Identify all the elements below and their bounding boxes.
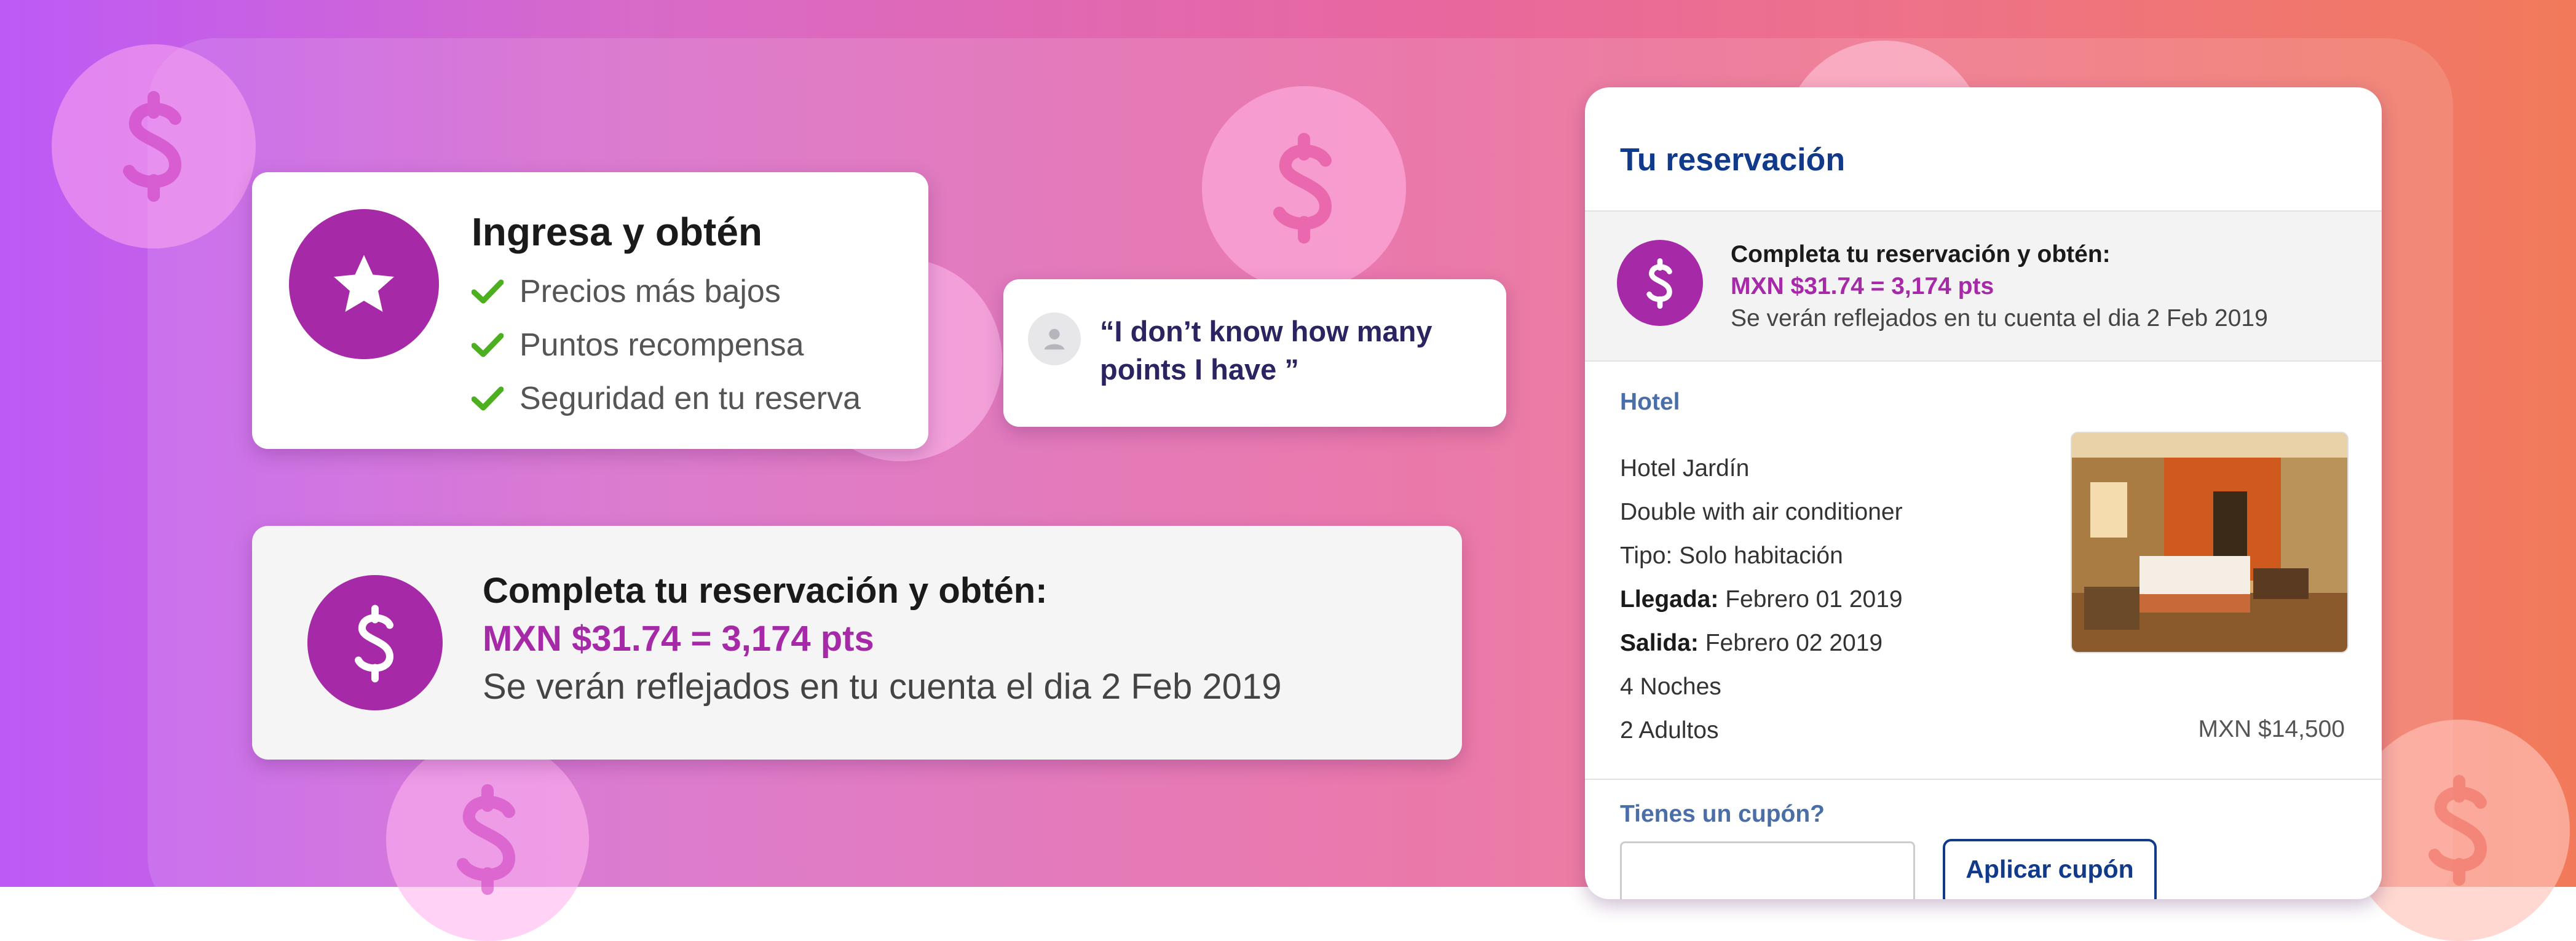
banner-note: Se verán reflejados en tu cuenta el dia …	[483, 667, 1282, 707]
coupon-label: Tienes un cupón?	[1620, 801, 1825, 827]
dollar-icon	[355, 605, 394, 683]
benefit-label: Puntos recompensa	[520, 327, 804, 363]
coin-icon	[386, 738, 589, 941]
checkmark-icon	[472, 386, 504, 410]
benefit-item: Seguridad en tu reserva	[472, 371, 861, 425]
coin-icon	[52, 44, 256, 248]
checkmark-icon	[472, 333, 504, 357]
benefit-list: Precios más bajos Puntos recompensa Segu…	[472, 264, 861, 425]
checkmark-icon	[472, 279, 504, 303]
user-icon	[1044, 328, 1065, 350]
star-badge	[289, 209, 439, 359]
dollar-badge	[1617, 240, 1703, 326]
reservation-card: Tu reservación Completa tu reservación y…	[1585, 87, 2382, 899]
booking-type: Tipo: Solo habitación	[1620, 542, 1843, 569]
departure-date: Salida: Febrero 02 2019	[1620, 630, 1883, 656]
login-benefits-card: Ingresa y obtén Precios más bajos Puntos…	[252, 172, 928, 449]
banner-points: MXN $31.74 = 3,174 pts	[483, 619, 874, 659]
earn-points: MXN $31.74 = 3,174 pts	[1731, 273, 1994, 300]
login-title: Ingresa y obtén	[472, 210, 762, 254]
user-quote-card: “I don’t know how many points I have ”	[1003, 279, 1506, 427]
hotel-section-label: Hotel	[1620, 389, 1680, 415]
coin-icon	[1202, 86, 1406, 290]
earn-heading: Completa tu reservación y obtén:	[1731, 241, 2111, 268]
points-banner: Completa tu reservación y obtén: MXN $31…	[252, 526, 1462, 760]
coin-icon	[2349, 720, 2570, 941]
hotel-details: Hotel Jardín Double with air conditioner…	[1620, 455, 1903, 761]
nights-count: 4 Noches	[1620, 673, 1721, 700]
star-icon	[334, 255, 394, 312]
earn-note: Se verán reflejados en tu cuenta el dia …	[1731, 305, 2268, 332]
apply-coupon-button[interactable]: Aplicar cupón	[1943, 839, 2157, 899]
avatar	[1028, 312, 1081, 365]
earn-points-band: Completa tu reservación y obtén: MXN $31…	[1585, 210, 2382, 362]
quote-text: “I don’t know how many points I have ”	[1100, 315, 1432, 386]
dollar-icon	[1646, 258, 1672, 309]
banner-heading: Completa tu reservación y obtén:	[483, 571, 1048, 611]
dollar-badge	[307, 575, 443, 710]
benefit-label: Seguridad en tu reserva	[520, 380, 861, 416]
hotel-room-photo	[2071, 432, 2349, 653]
hotel-name: Hotel Jardín	[1620, 455, 1750, 482]
price-total: MXN $14,500	[2198, 716, 2345, 742]
divider	[1585, 779, 2382, 780]
room-type: Double with air conditioner	[1620, 499, 1903, 525]
adults-count: 2 Adultos	[1620, 717, 1719, 744]
coupon-input[interactable]	[1620, 841, 1915, 899]
arrival-date: Llegada: Febrero 01 2019	[1620, 586, 1903, 613]
reservation-title: Tu reservación	[1620, 142, 1846, 178]
benefit-item: Precios más bajos	[472, 264, 861, 318]
benefit-label: Precios más bajos	[520, 273, 781, 309]
benefit-item: Puntos recompensa	[472, 318, 861, 371]
